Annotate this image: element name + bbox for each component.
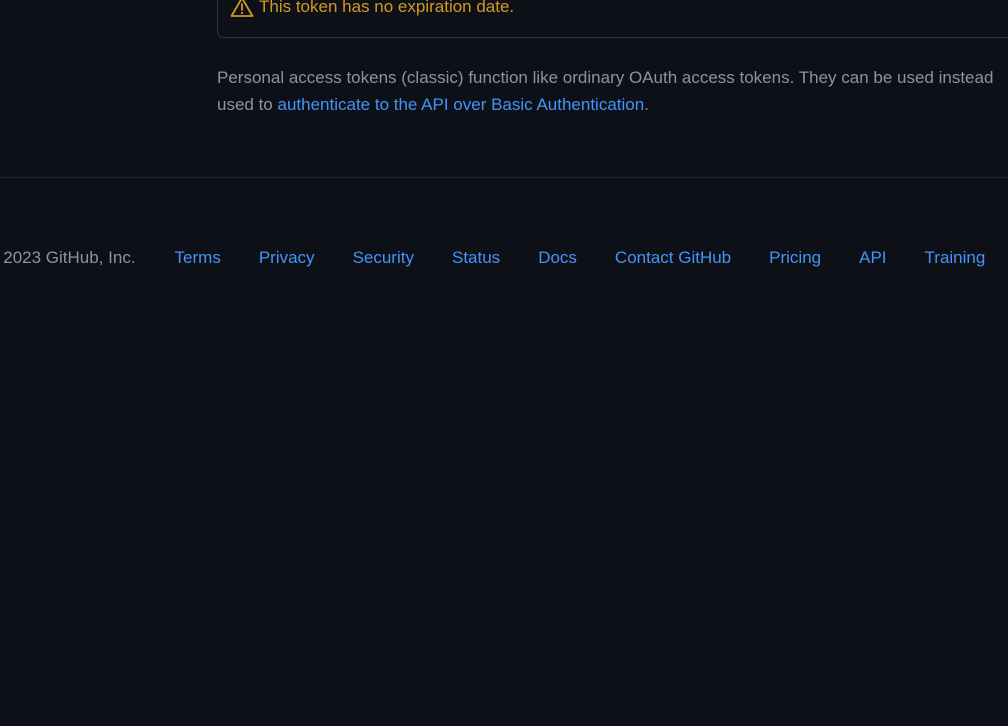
footer-copyright: © 2023 GitHub, Inc. xyxy=(0,248,136,267)
description-suffix: . xyxy=(644,95,649,114)
footer-link-docs[interactable]: Docs xyxy=(538,246,577,270)
footer-link-training[interactable]: Training xyxy=(925,246,986,270)
site-footer: © 2023 GitHub, Inc. Terms Privacy Securi… xyxy=(0,246,1008,270)
token-description: Personal access tokens (classic) functio… xyxy=(217,64,1008,118)
footer-link-api[interactable]: API xyxy=(859,246,886,270)
footer-link-terms[interactable]: Terms xyxy=(175,246,221,270)
description-line-2: used to authenticate to the API over Bas… xyxy=(217,91,1008,118)
description-prefix: used to xyxy=(217,95,278,114)
page: This token has no expiration date. Perso… xyxy=(0,0,1008,726)
footer-divider xyxy=(0,177,1008,178)
footer-link-contact-github[interactable]: Contact GitHub xyxy=(615,246,731,270)
footer-link-privacy[interactable]: Privacy xyxy=(259,246,315,270)
token-warning: This token has no expiration date. xyxy=(230,0,514,18)
basic-auth-docs-link[interactable]: authenticate to the API over Basic Authe… xyxy=(278,95,645,114)
token-warning-text: This token has no expiration date. xyxy=(259,0,515,16)
description-line-1: Personal access tokens (classic) functio… xyxy=(217,68,994,87)
alert-triangle-icon xyxy=(230,0,254,18)
footer-link-security[interactable]: Security xyxy=(353,246,414,270)
footer-link-status[interactable]: Status xyxy=(452,246,500,270)
footer-link-pricing[interactable]: Pricing xyxy=(769,246,821,270)
